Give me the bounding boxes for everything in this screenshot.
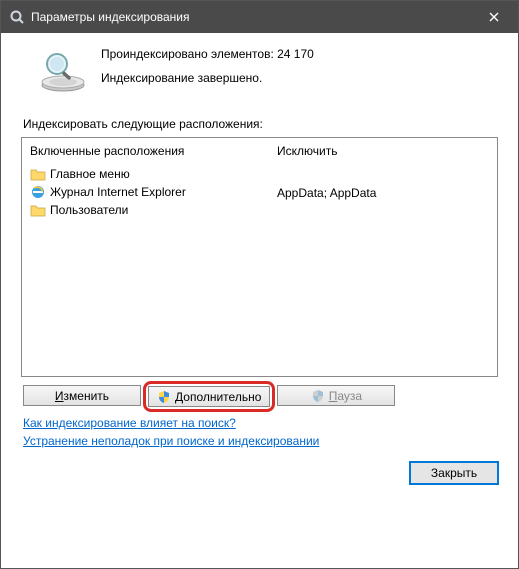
titlebar: Параметры индексирования bbox=[1, 1, 518, 33]
advanced-label-rest: ополнительно bbox=[183, 390, 261, 404]
list-item-label: Главное меню bbox=[50, 166, 130, 182]
included-column: Включенные расположения Главное меню bbox=[22, 138, 269, 376]
modify-label-rest: зменить bbox=[64, 389, 110, 403]
excluded-column: Исключить AppData; AppData bbox=[269, 138, 497, 376]
included-header: Включенные расположения bbox=[30, 144, 261, 158]
drive-search-icon bbox=[39, 49, 87, 93]
close-button[interactable]: Закрыть bbox=[410, 462, 498, 484]
indexing-state: Индексирование завершено. bbox=[101, 71, 314, 85]
list-item[interactable]: Журнал Internet Explorer bbox=[30, 184, 261, 200]
footer: Закрыть bbox=[21, 462, 498, 484]
app-icon bbox=[9, 9, 25, 25]
modify-button[interactable]: Изменить bbox=[23, 385, 141, 406]
link-troubleshoot-search[interactable]: Устранение неполадок при поиске и индекс… bbox=[23, 434, 319, 448]
link-how-indexing-affects-search[interactable]: Как индексирование влияет на поиск? bbox=[23, 416, 236, 430]
folder-icon bbox=[30, 166, 46, 182]
excluded-value: AppData; AppData bbox=[277, 186, 489, 200]
content-area: Проиндексировано элементов: 24 170 Индек… bbox=[1, 33, 518, 568]
close-icon bbox=[489, 12, 499, 22]
button-row: Изменить Дополнительно bbox=[21, 385, 498, 408]
indexing-options-window: Параметры индексирования Проинде bbox=[0, 0, 519, 569]
advanced-button[interactable]: Дополнительно bbox=[148, 386, 270, 407]
window-close-button[interactable] bbox=[471, 2, 516, 32]
highlight-annotation: Дополнительно bbox=[143, 381, 275, 412]
list-item[interactable]: Пользователи bbox=[30, 202, 261, 218]
help-links: Как индексирование влияет на поиск? Устр… bbox=[21, 416, 498, 452]
indexed-count: Проиндексировано элементов: 24 170 bbox=[101, 47, 314, 61]
ie-icon bbox=[30, 184, 46, 200]
list-item-label: Журнал Internet Explorer bbox=[50, 184, 186, 200]
locations-label: Индексировать следующие расположения: bbox=[23, 117, 498, 131]
list-item-label: Пользователи bbox=[50, 202, 128, 218]
locations-list: Включенные расположения Главное меню bbox=[21, 137, 498, 377]
pause-label-rest: ауза bbox=[337, 389, 362, 403]
window-title: Параметры индексирования bbox=[31, 10, 471, 24]
folder-icon bbox=[30, 202, 46, 218]
pause-button[interactable]: Пауза bbox=[277, 385, 395, 406]
list-item[interactable]: Главное меню bbox=[30, 166, 261, 182]
excluded-header: Исключить bbox=[277, 144, 489, 158]
shield-icon bbox=[157, 390, 171, 404]
shield-icon bbox=[311, 389, 325, 403]
status-row: Проиндексировано элементов: 24 170 Индек… bbox=[21, 45, 498, 95]
status-text: Проиндексировано элементов: 24 170 Индек… bbox=[101, 45, 314, 95]
